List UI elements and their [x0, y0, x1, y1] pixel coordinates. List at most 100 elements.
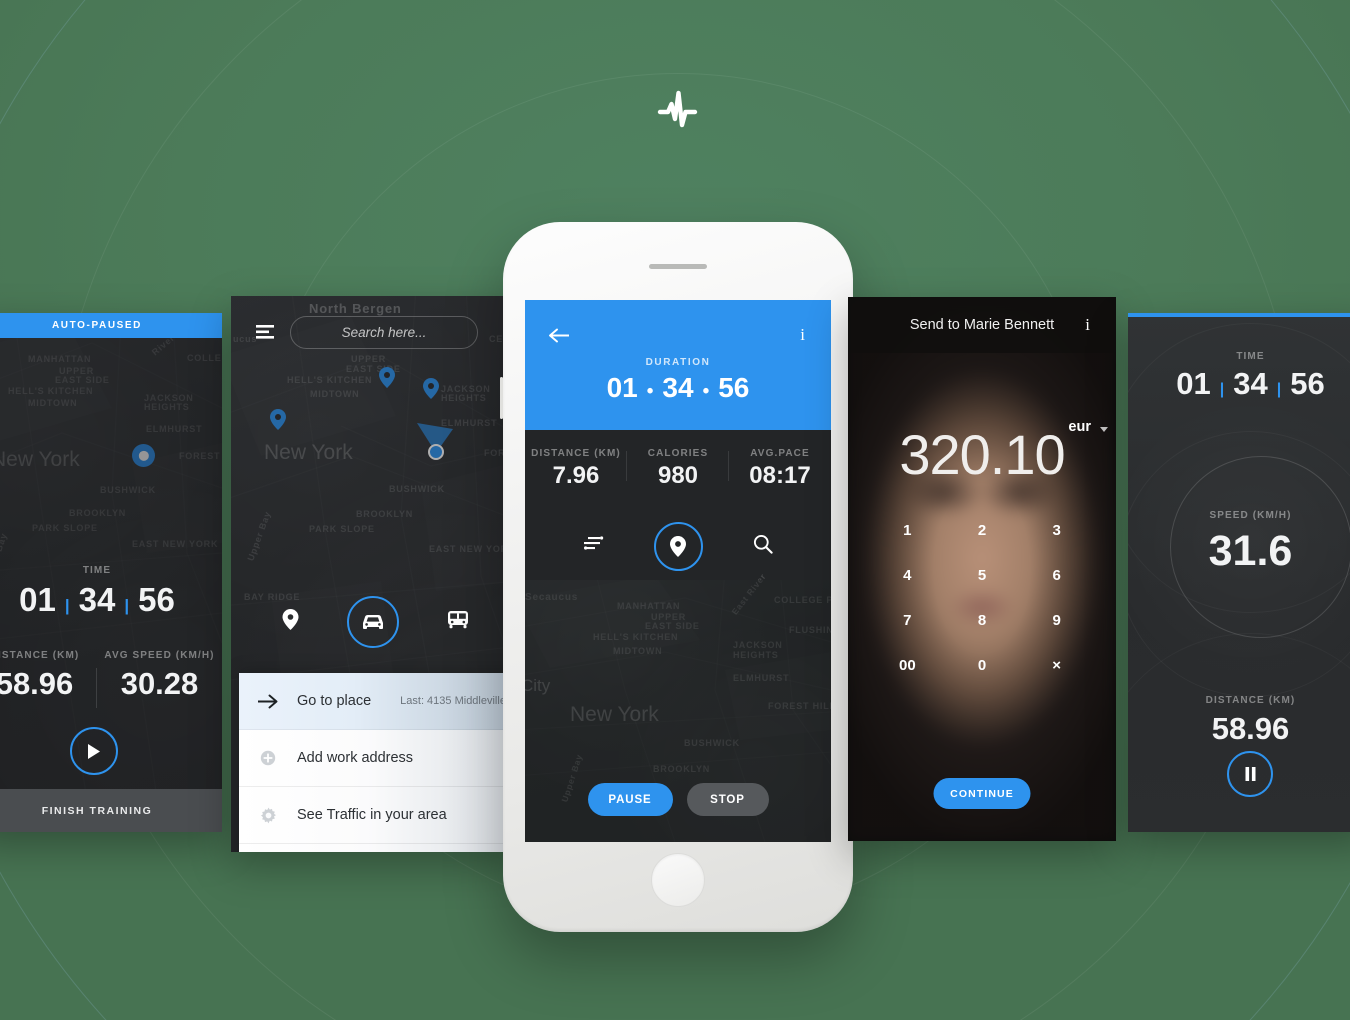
- pulse-logo-icon: [655, 88, 700, 130]
- key-3[interactable]: 3: [1019, 522, 1094, 539]
- key-2[interactable]: 2: [945, 522, 1020, 539]
- search-button[interactable]: [753, 534, 773, 559]
- stat-distance: DISTANCE (KM) 58.96: [0, 650, 97, 708]
- plus-circle-icon: [239, 750, 297, 766]
- play-icon: [88, 743, 100, 759]
- time-readout: 01 | 34 | 56: [0, 581, 222, 619]
- time-sep: |: [64, 596, 70, 615]
- phone-earpiece: [649, 264, 707, 269]
- list-item[interactable]: See Traffic in your area: [239, 787, 519, 844]
- stat-avgspeed-label: AVG SPEED (KM/H): [104, 650, 215, 661]
- time-sep: |: [124, 596, 130, 615]
- poster-stage: MANHATTAN UPPER EAST SIDE HELL'S KITCHEN…: [0, 0, 1350, 1020]
- distance-label: DISTANCE (KM): [1205, 695, 1296, 706]
- list-item-meta: Last: 4135 Middleville.: [400, 695, 509, 707]
- search-icon: [753, 534, 773, 554]
- duration-hours: 01: [606, 372, 638, 403]
- place-pin-icon: [282, 609, 298, 630]
- arrow-right-icon: [239, 694, 297, 709]
- car-mode-button[interactable]: [346, 596, 399, 648]
- stat-distance-label: DISTANCE (KM): [531, 448, 621, 459]
- stats-row: DISTANCE (KM) 7.96 CALORIES 980 AVG.PACE…: [525, 430, 831, 490]
- list-item-label: Go to place: [297, 693, 372, 709]
- screen-workout-tracker: i DURATION 01 • 34 • 56 DISTANCE (KM) 7.…: [525, 300, 831, 842]
- play-button[interactable]: [70, 727, 118, 775]
- stat-distance: DISTANCE (KM) 7.96: [525, 448, 627, 490]
- time-hours: 01: [19, 581, 56, 618]
- speed-label: SPEED (KM/H): [1209, 510, 1292, 521]
- pause-button[interactable]: PAUSE: [587, 783, 673, 816]
- amount-value: 320.10: [899, 423, 1065, 486]
- key-1[interactable]: 1: [870, 522, 945, 539]
- stat-calories: CALORIES 980: [627, 448, 729, 490]
- key-00[interactable]: 00: [870, 657, 945, 674]
- suggestions-sheet: Go to place Last: 4135 Middleville. Add …: [239, 673, 519, 852]
- car-icon: [362, 615, 383, 629]
- status-banner: AUTO-PAUSED: [0, 313, 222, 338]
- stat-calories-label: CALORIES: [647, 448, 709, 459]
- info-icon[interactable]: i: [800, 325, 805, 345]
- duration-readout: 01 • 34 • 56: [525, 372, 831, 404]
- time-hours: 01: [1176, 366, 1211, 401]
- stat-avgspeed-value: 30.28: [120, 666, 199, 701]
- hamburger-menu-icon[interactable]: [256, 325, 274, 339]
- stat-avgspeed: AVG SPEED (KM/H) 30.28: [97, 650, 222, 702]
- info-icon[interactable]: i: [1085, 315, 1090, 335]
- stop-button[interactable]: STOP: [686, 783, 769, 816]
- duration-label: DURATION: [645, 357, 711, 368]
- page-title: Send to Marie Bennett: [909, 317, 1055, 333]
- action-buttons: PAUSE STOP: [525, 783, 831, 816]
- list-item-label: See Traffic in your area: [297, 807, 447, 823]
- time-seconds: 56: [1290, 366, 1325, 401]
- screen-ride-stats: TIME 01 | 34 | 56 SPEED (KM/H) 31.6 DIST…: [1128, 313, 1350, 832]
- key-delete[interactable]: ×: [1019, 657, 1094, 674]
- locate-button[interactable]: [653, 522, 703, 571]
- phone-home-button[interactable]: [651, 853, 705, 907]
- list-item[interactable]: Add work address: [239, 730, 519, 787]
- key-4[interactable]: 4: [870, 567, 945, 584]
- time-minutes: 34: [1233, 366, 1268, 401]
- stats-panel: DISTANCE (KM) 7.96 CALORIES 980 AVG.PACE…: [525, 430, 831, 580]
- pause-icon: [1245, 767, 1255, 781]
- stat-distance-label: DISTANCE (KM): [0, 650, 80, 661]
- phone-volume-button[interactable]: [500, 377, 503, 419]
- continue-button[interactable]: CONTINUE: [933, 778, 1031, 809]
- screen-send-money: Send to Marie Bennett i eur 320.10 1 2 3…: [848, 297, 1116, 841]
- list-filter-icon: [583, 536, 603, 550]
- speed-value: 31.6: [1208, 527, 1293, 575]
- stat-distance-value: 7.96: [552, 462, 600, 489]
- duration-minutes: 34: [662, 372, 694, 403]
- stat-avgpace-label: AVG.PACE: [750, 448, 810, 459]
- finish-training-button[interactable]: FINISH TRAINING: [0, 789, 222, 832]
- transit-mode-button[interactable]: [447, 610, 469, 634]
- time-sep: |: [1276, 381, 1282, 398]
- transport-mode-bar: [231, 592, 519, 652]
- list-item[interactable]: Go to place Last: 4135 Middleville.: [239, 673, 519, 730]
- sidebar-item-walk-mode[interactable]: [282, 609, 299, 635]
- stat-distance-value: 58.96: [0, 666, 74, 701]
- time-readout: 01 | 34 | 56: [1128, 366, 1350, 402]
- key-7[interactable]: 7: [870, 612, 945, 629]
- key-8[interactable]: 8: [945, 612, 1020, 629]
- top-accent-bar: [1128, 313, 1350, 317]
- time-seconds: 56: [138, 581, 175, 618]
- key-6[interactable]: 6: [1019, 567, 1094, 584]
- key-0[interactable]: 0: [945, 657, 1020, 674]
- back-arrow-icon[interactable]: [548, 328, 570, 348]
- key-9[interactable]: 9: [1019, 612, 1094, 629]
- duration-seconds: 56: [718, 372, 750, 403]
- stat-calories-value: 980: [657, 462, 699, 489]
- gear-icon: [239, 807, 297, 824]
- numeric-keypad: 1 2 3 4 5 6 7 8 9 00 0 ×: [870, 522, 1094, 674]
- duration-sep: •: [702, 381, 710, 402]
- duration-sep: •: [646, 381, 654, 402]
- list-item-label: Add work address: [297, 750, 414, 766]
- distance-value: 58.96: [1211, 711, 1290, 746]
- search-input[interactable]: Search here...: [290, 316, 478, 349]
- tools-row: [525, 522, 831, 571]
- key-5[interactable]: 5: [945, 567, 1020, 584]
- screen-map-search: North Bergen UPPER EAST SIDE HELL'S KITC…: [231, 296, 519, 852]
- pause-button[interactable]: [1227, 751, 1273, 797]
- filter-button[interactable]: [583, 536, 604, 557]
- stat-avgpace: AVG.PACE 08:17: [729, 448, 831, 490]
